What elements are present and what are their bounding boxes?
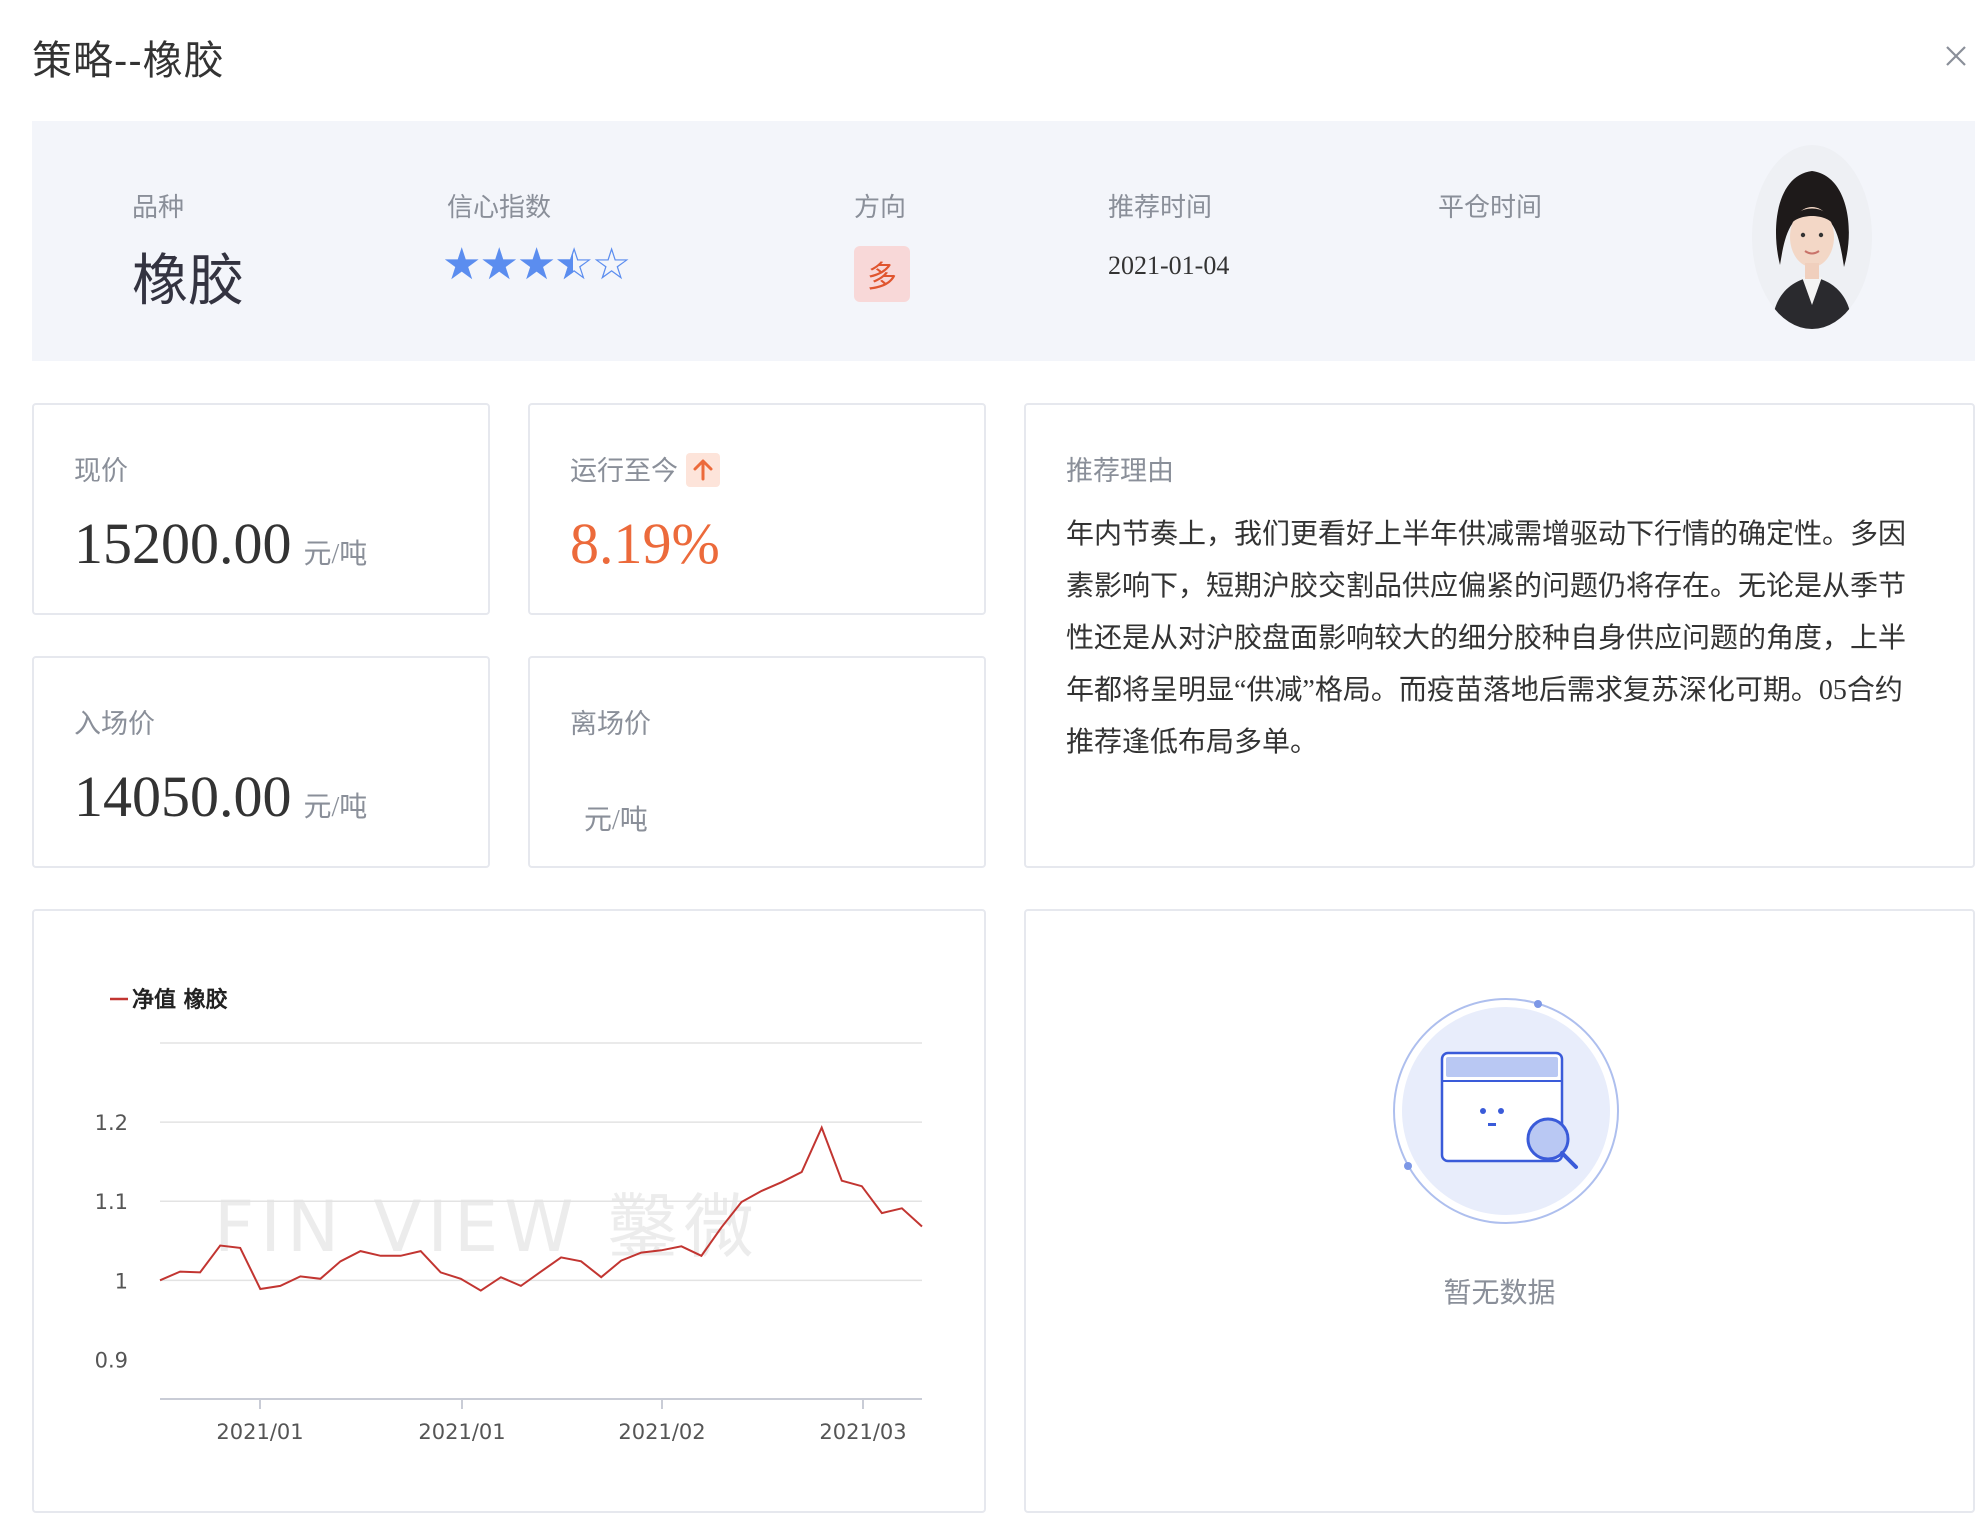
running-return-label-text: 运行至今 <box>570 456 678 486</box>
x-tick-label: 2021/02 <box>618 1420 705 1444</box>
nav-chart-card: FIN VIEW 鑿微 1.2 1.1 1 0.9 2021/01 2021/01 2021/… <box>32 909 986 1513</box>
direction-label: 方向 <box>854 192 907 222</box>
running-return-card: 运行至今 8.19% <box>528 403 986 615</box>
entry-price-card: 入场价 14050.00 元/吨 <box>32 656 490 868</box>
arrow-up-icon <box>686 452 720 487</box>
empty-data-text: 暂无数据 <box>1443 1277 1556 1308</box>
recommend-time-label: 推荐时间 <box>1108 192 1213 222</box>
current-price-card: 现价 15200.00 元/吨 <box>32 403 490 615</box>
exit-price-value: 元/吨 <box>584 798 648 838</box>
current-price-number: 15200.00 <box>74 511 292 576</box>
reason-text: 年内节奏上，我们更看好上半年供减需增驱动下行情的确定性。多因素影响下，短期沪胶交… <box>1066 519 1907 758</box>
close-time-label: 平仓时间 <box>1438 192 1543 222</box>
x-tick-label: 2021/01 <box>216 1420 303 1444</box>
y-tick-label: 1.1 <box>95 1190 128 1214</box>
running-return-label: 运行至今 <box>570 449 720 490</box>
star-full-icon: ★ <box>479 240 518 289</box>
exit-price-card: 离场价 元/吨 <box>528 656 986 868</box>
exit-price-label: 离场价 <box>570 709 651 739</box>
reason-label: 推荐理由 <box>1066 456 1174 486</box>
x-tick-label: 2021/01 <box>418 1420 505 1444</box>
no-data-icon <box>1393 998 1619 1224</box>
star-half-icon: ☆★ <box>554 240 593 289</box>
star-empty-icon: ☆ <box>591 240 631 289</box>
strategy-summary: 品种 橡胶 信心指数 ★★★☆★☆ 方向 多 推荐时间 2021-01-04 平… <box>32 121 1975 361</box>
dialog-title: 策略--橡胶 <box>32 39 225 83</box>
running-return-value: 8.19% <box>570 511 720 576</box>
exit-price-unit: 元/吨 <box>584 805 648 836</box>
variety-value: 橡胶 <box>132 251 244 313</box>
confidence-label: 信心指数 <box>447 192 552 222</box>
star-full-icon: ★ <box>516 240 556 289</box>
confidence-stars: ★★★☆★☆ <box>442 240 631 289</box>
empty-data-card: 暂无数据 <box>1024 909 1975 1513</box>
entry-price-label: 入场价 <box>74 709 155 739</box>
legend-label: 净值 橡胶 <box>132 987 228 1013</box>
entry-price-number: 14050.00 <box>74 764 292 829</box>
chart-watermark: FIN VIEW 鑿微 <box>214 1186 760 1268</box>
direction-badge: 多 <box>854 246 910 302</box>
y-tick-label: 1 <box>115 1269 128 1293</box>
analyst-avatar <box>1752 145 1872 329</box>
x-tick-label: 2021/03 <box>819 1420 906 1444</box>
nav-line-chart: FIN VIEW 鑿微 1.2 1.1 1 0.9 2021/01 2021/01 2021/… <box>95 987 923 1444</box>
star-full-icon: ★ <box>442 240 481 289</box>
variety-label: 品种 <box>132 192 185 222</box>
current-price-unit: 元/吨 <box>303 539 368 570</box>
y-tick-label: 0.9 <box>95 1348 128 1372</box>
entry-price-value: 14050.00 元/吨 <box>74 763 367 830</box>
entry-price-unit: 元/吨 <box>303 792 368 823</box>
close-icon[interactable] <box>1942 42 1970 70</box>
y-tick-label: 1.2 <box>95 1111 128 1135</box>
current-price-label: 现价 <box>74 456 128 486</box>
recommend-time-value: 2021-01-04 <box>1108 251 1230 280</box>
current-price-value: 15200.00 元/吨 <box>74 510 367 577</box>
reason-card: 推荐理由 年内节奏上，我们更看好上半年供减需增驱动下行情的确定性。多因素影响下，… <box>1024 403 1975 868</box>
